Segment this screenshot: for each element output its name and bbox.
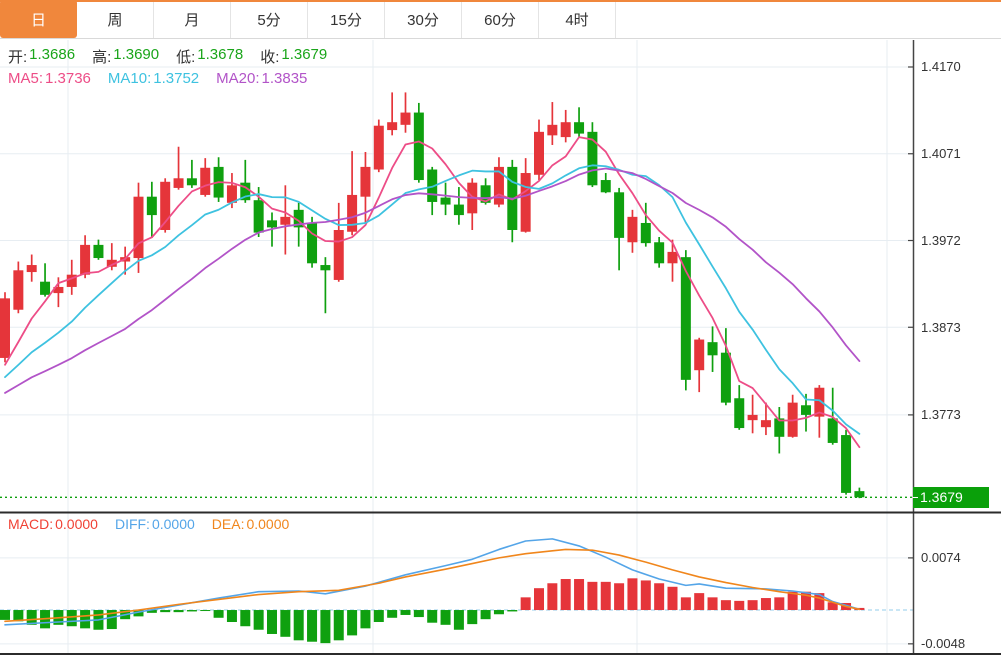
price-tick-dash <box>913 497 918 498</box>
macd-tick-1: 0.0074 <box>921 550 961 565</box>
price-tick-1: 1.4170 <box>921 59 961 74</box>
axes-layer <box>0 40 1001 655</box>
price-tick-5: 1.3773 <box>921 407 961 422</box>
current-price-value: 1.3679 <box>920 489 963 505</box>
trading-chart-window: 日 周 月 5分 15分 30分 60分 4时 开: 1.3686 高: 1.369… <box>0 0 1001 657</box>
tab-week[interactable]: 周 <box>77 0 154 38</box>
reference-lines-layer <box>0 496 913 611</box>
price-tick-3: 1.3972 <box>921 233 961 248</box>
price-tick-4: 1.3873 <box>921 320 961 335</box>
tab-4hour[interactable]: 4时 <box>539 0 616 38</box>
macd-tick-2: -0.0048 <box>921 636 966 651</box>
candlestick-macd-chart <box>0 40 1001 655</box>
period-tabbar: 日 周 月 5分 15分 30分 60分 4时 <box>0 0 1001 39</box>
tab-month[interactable]: 月 <box>154 0 231 38</box>
tab-day[interactable]: 日 <box>0 0 77 38</box>
top-accent-line <box>0 0 1001 2</box>
price-tick-2: 1.4071 <box>921 146 961 161</box>
tab-30min[interactable]: 30分 <box>385 0 462 38</box>
current-price-tag: 1.3679 <box>913 487 989 508</box>
gridlines-layer <box>0 40 913 653</box>
tab-15min[interactable]: 15分 <box>308 0 385 38</box>
tab-5min[interactable]: 5分 <box>231 0 308 38</box>
tab-60min[interactable]: 60分 <box>462 0 539 38</box>
